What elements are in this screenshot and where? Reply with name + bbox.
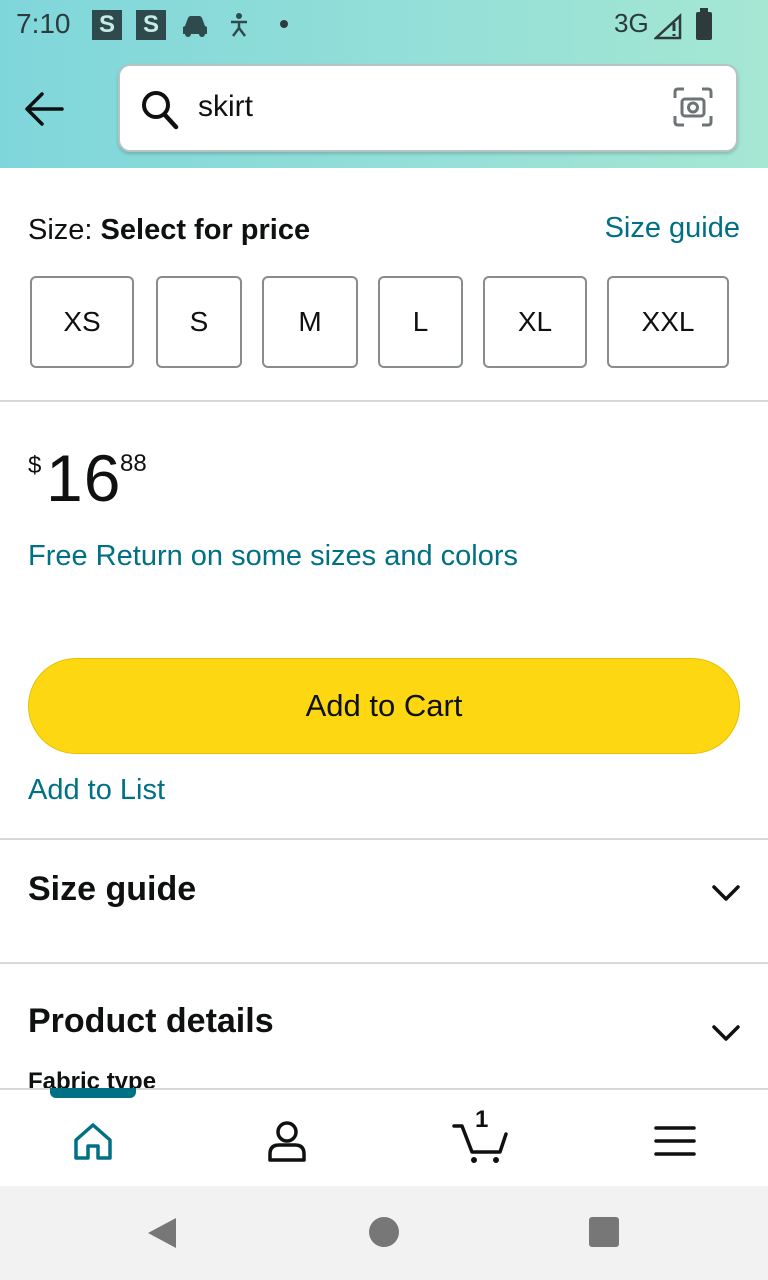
- status-time: 7:10: [16, 8, 71, 39]
- search-bar[interactable]: skirt: [118, 64, 738, 152]
- divider: [0, 400, 768, 402]
- free-return-link[interactable]: Free Return on some sizes and colors: [28, 540, 518, 573]
- status-bar: 7:10 S S 3G: [0, 0, 768, 48]
- price-fraction: 88: [120, 450, 147, 477]
- size-option-m[interactable]: M: [262, 276, 358, 368]
- size-selector-header: Size: Select for price Size guide: [28, 210, 740, 250]
- search-icon[interactable]: [140, 88, 180, 132]
- size-prompt: Select for price: [100, 214, 311, 246]
- dot-icon: [280, 20, 288, 28]
- battery-icon: [696, 8, 712, 40]
- s-notification-icon: S: [136, 10, 166, 40]
- chevron-down-icon[interactable]: [710, 882, 742, 904]
- android-navigation-bar: [0, 1186, 768, 1280]
- size-option-xxl[interactable]: XXL: [607, 276, 729, 368]
- cart-count-badge: 1: [475, 1106, 489, 1133]
- size-option-xl[interactable]: XL: [483, 276, 587, 368]
- signal-icon: [654, 13, 682, 40]
- size-option-l[interactable]: L: [378, 276, 463, 368]
- divider: [0, 962, 768, 964]
- price-currency: $: [28, 452, 42, 479]
- product-details-section-title[interactable]: Product details: [28, 1002, 274, 1041]
- size-option-xs[interactable]: XS: [30, 276, 134, 368]
- android-home-icon[interactable]: [368, 1216, 400, 1248]
- size-option-s[interactable]: S: [156, 276, 242, 368]
- account-icon[interactable]: [264, 1118, 310, 1164]
- chevron-down-icon[interactable]: [710, 1022, 742, 1044]
- android-recents-icon[interactable]: [588, 1216, 620, 1248]
- accessibility-icon: [231, 13, 247, 37]
- camera-scan-icon[interactable]: [672, 86, 714, 128]
- back-arrow-icon[interactable]: [22, 86, 68, 132]
- s-notification-icon: S: [92, 10, 122, 40]
- add-to-cart-button[interactable]: Add to Cart: [28, 658, 740, 754]
- divider: [0, 838, 768, 840]
- home-icon[interactable]: [70, 1118, 116, 1164]
- size-guide-link[interactable]: Size guide: [605, 212, 740, 245]
- fabric-type-label: Fabric type: [28, 1068, 157, 1090]
- menu-icon[interactable]: [652, 1118, 698, 1164]
- android-back-icon[interactable]: [146, 1216, 178, 1250]
- search-input[interactable]: skirt: [198, 90, 253, 124]
- network-type: 3G: [614, 8, 649, 38]
- size-guide-section-title[interactable]: Size guide: [28, 870, 196, 909]
- size-label: Size: Select for price: [28, 214, 311, 246]
- bottom-navigation: 1: [0, 1088, 768, 1186]
- active-tab-indicator: [50, 1088, 136, 1098]
- add-to-list-link[interactable]: Add to List: [28, 774, 165, 807]
- price-whole: 16: [46, 441, 122, 515]
- app-header: 7:10 S S 3G skirt: [0, 0, 768, 168]
- car-icon: [183, 16, 207, 37]
